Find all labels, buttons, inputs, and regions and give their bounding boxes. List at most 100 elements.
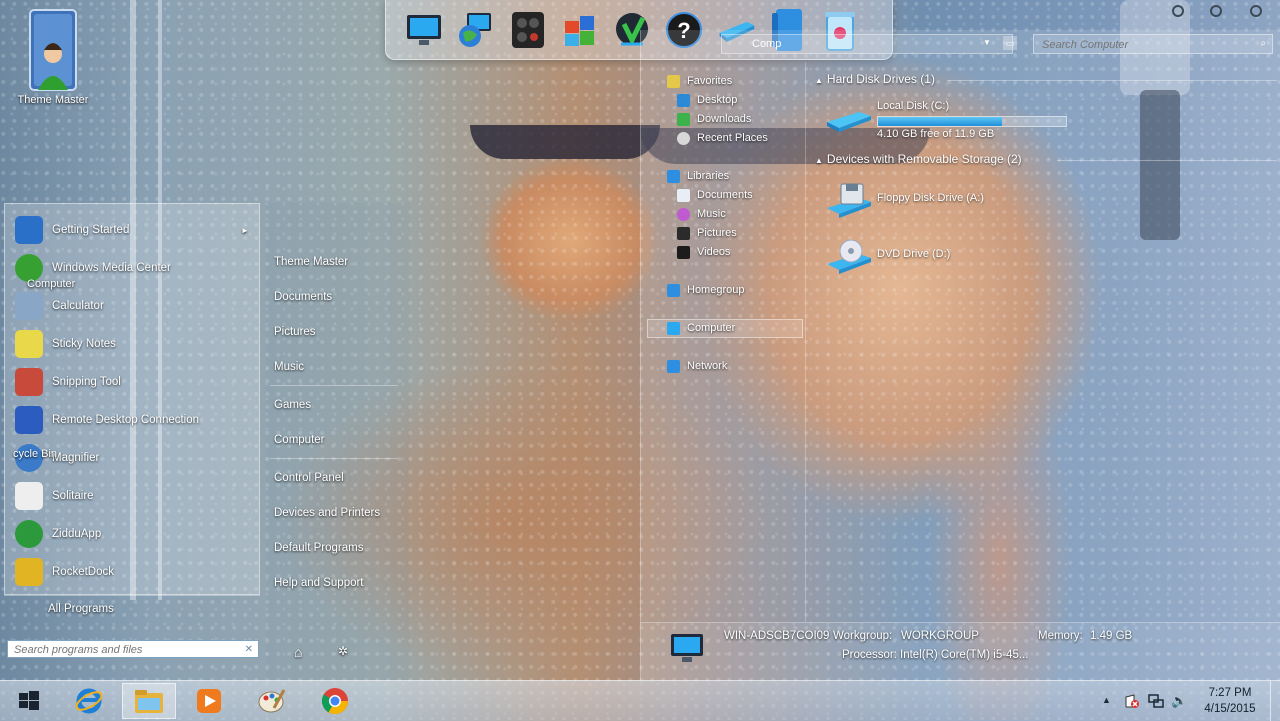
drive-name: DVD Drive (D:) (877, 248, 951, 260)
nav-label: Network (687, 360, 728, 372)
program-item-calculator[interactable]: Calculator (15, 287, 104, 325)
cards-icon (15, 482, 43, 510)
floppy-drive-icon (827, 183, 871, 218)
start-link-games[interactable]: Games (274, 399, 311, 411)
minimize-button[interactable] (1172, 5, 1184, 17)
network-tray-icon[interactable] (1148, 693, 1164, 712)
refresh-icon[interactable]: ▭ (1003, 36, 1017, 50)
nav-music[interactable]: Music (677, 205, 726, 223)
program-label: RocketDock (52, 566, 114, 578)
monitor-icon (407, 14, 441, 45)
start-link-help-support[interactable]: Help and Support (274, 577, 364, 589)
taskbar-internet-explorer[interactable] (62, 683, 116, 719)
start-link-default-programs[interactable]: Default Programs (274, 542, 363, 554)
processor-value: Intel(R) Core(TM) i5-45... (900, 649, 1029, 661)
taskbar-paint[interactable] (244, 683, 298, 719)
explorer-search-box[interactable]: ⌕ (1033, 34, 1273, 54)
program-item-getting-started[interactable]: Getting Started ► (15, 211, 249, 249)
taskbar-chrome[interactable] (308, 683, 362, 719)
drive-name: Floppy Disk Drive (A:) (877, 192, 984, 204)
volume-icon[interactable]: 🔊 (1171, 693, 1187, 709)
group-header-hard-disks[interactable]: ▲ Hard Disk Drives (1) (815, 72, 935, 86)
start-link-pictures[interactable]: Pictures (274, 326, 316, 338)
memory-label: Memory: (1038, 630, 1083, 642)
dock-item-control-panel[interactable] (508, 8, 548, 52)
start-button[interactable] (2, 683, 56, 719)
all-programs-button[interactable]: All Programs (4, 595, 260, 622)
dock-item-network[interactable] (456, 8, 496, 52)
dock-item-windows[interactable] (560, 8, 600, 52)
home-icon[interactable]: ⌂ (294, 644, 302, 660)
program-label: Sticky Notes (52, 338, 116, 350)
video-icon (677, 245, 690, 259)
desktop-icon-theme-master[interactable]: Theme Master (12, 6, 94, 106)
program-item-snipping-tool[interactable]: Snipping Tool (15, 363, 121, 401)
sticky-notes-icon (15, 330, 43, 358)
remote-desktop-icon (15, 406, 43, 434)
nav-recent-places[interactable]: Recent Places (677, 129, 768, 147)
computer-icon (671, 634, 703, 662)
power-options-icon[interactable]: ✲ (338, 644, 348, 658)
chrome-icon (321, 688, 349, 715)
nav-label: Videos (697, 246, 731, 258)
capacity-fill (878, 117, 1003, 126)
nav-favorites[interactable]: Favorites (667, 72, 732, 90)
address-bar[interactable]: Comp (721, 34, 1013, 54)
desktop-icon-computer-label[interactable]: Computer (27, 278, 75, 290)
group-header-label: Hard Disk Drives (1) (826, 72, 935, 86)
start-link-devices-printers[interactable]: Devices and Printers (274, 507, 380, 519)
show-desktop-button[interactable] (1270, 681, 1280, 721)
nav-network[interactable]: Network (667, 357, 727, 375)
action-center-icon[interactable] (1124, 693, 1140, 712)
windows-logo-icon (19, 691, 39, 710)
start-link-theme-master[interactable]: Theme Master (274, 256, 348, 268)
dock-item-computer[interactable] (404, 8, 444, 52)
nav-label: Pictures (697, 227, 737, 239)
program-item-solitaire[interactable]: Solitaire (15, 477, 94, 515)
nav-videos[interactable]: Videos (677, 243, 730, 261)
system-clock[interactable]: 7:27 PM 4/15/2015 (1196, 685, 1264, 717)
group-header-removable[interactable]: ▲ Devices with Removable Storage (2) (815, 152, 1022, 166)
all-programs-label: All Programs (48, 603, 114, 615)
explorer-search-input[interactable] (1040, 36, 1244, 54)
nav-pictures[interactable]: Pictures (677, 224, 737, 242)
capacity-bar (877, 116, 1067, 127)
program-label: ZidduApp (52, 528, 102, 540)
start-link-computer[interactable]: Computer (274, 434, 325, 446)
paint-palette-icon (258, 689, 286, 713)
nav-downloads[interactable]: Downloads (677, 110, 751, 128)
nav-desktop[interactable]: Desktop (677, 91, 737, 109)
desktop-icon-recycle-bin-label[interactable]: cycle Bin (13, 448, 57, 460)
address-dropdown-icon[interactable]: ▼ (983, 38, 991, 47)
navigation-pane: Favorites Desktop Downloads Recent Place… (641, 62, 806, 622)
taskbar-media-player[interactable] (182, 683, 236, 719)
nav-documents[interactable]: Documents (677, 186, 753, 204)
start-search-input[interactable] (12, 642, 242, 658)
start-link-music[interactable]: Music (274, 361, 304, 373)
close-button[interactable] (1250, 5, 1262, 17)
clock-time: 7:27 PM (1208, 687, 1252, 699)
start-menu-places-pane: Theme Master Documents Pictures Music Ga… (266, 203, 410, 680)
program-item-remote-desktop[interactable]: Remote Desktop Connection (15, 401, 199, 439)
address-text: Comp (752, 38, 782, 50)
calculator-icon (15, 292, 43, 320)
start-search-box[interactable]: ✕ (7, 640, 259, 658)
program-item-sticky-notes[interactable]: Sticky Notes (15, 325, 116, 363)
nav-libraries[interactable]: Libraries (667, 167, 729, 185)
maximize-button[interactable] (1210, 5, 1222, 17)
program-item-rocketdock[interactable]: RocketDock (15, 553, 114, 591)
computer-icon (667, 321, 680, 335)
monitor-icon (15, 216, 43, 244)
group-divider (947, 80, 1277, 81)
nav-computer[interactable]: Computer (667, 319, 735, 337)
explorer-window: Comp ▼ ▭ ⌕ Favorites Desktop Downloads R… (640, 30, 1280, 681)
network-icon (667, 359, 680, 373)
show-hidden-icons-button[interactable]: ▲ (1102, 695, 1111, 705)
nav-homegroup[interactable]: Homegroup (667, 281, 744, 299)
start-link-control-panel[interactable]: Control Panel (274, 472, 344, 484)
folder-icon (135, 690, 163, 713)
start-link-documents[interactable]: Documents (274, 291, 332, 303)
program-item-ziddu[interactable]: ZidduApp (15, 515, 101, 553)
taskbar-file-explorer[interactable] (122, 683, 176, 719)
separator (270, 385, 398, 386)
